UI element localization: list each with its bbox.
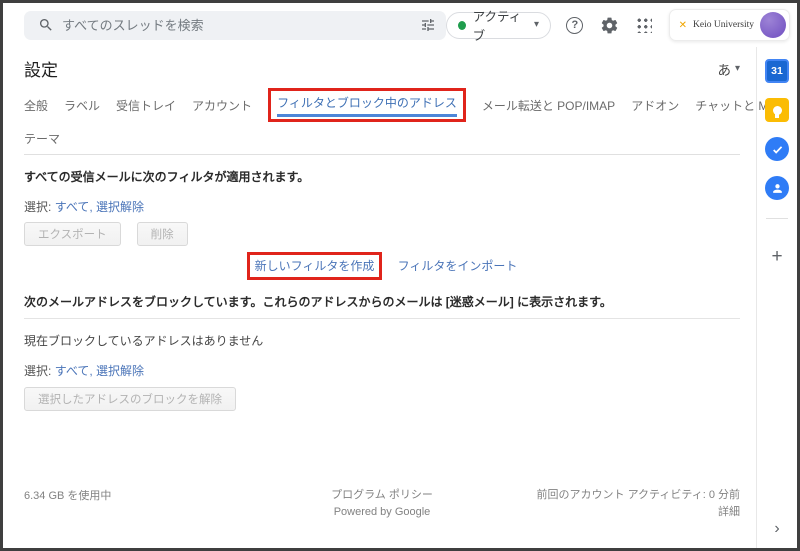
gmail-settings-window: アクティブ ▾ ? ✕ Keio University 設定 xyxy=(0,0,800,551)
divider xyxy=(24,318,740,319)
storage-usage: 6.34 GB を使用中 xyxy=(24,487,263,521)
chat-status-selector[interactable]: アクティブ ▾ xyxy=(446,12,551,39)
side-panel: 31 + › xyxy=(756,47,797,548)
tab-accounts[interactable]: アカウント xyxy=(192,97,252,114)
settings-tabs: 全般 ラベル 受信トレイ アカウント フィルタとブロック中のアドレス メール転送… xyxy=(24,88,740,155)
settings-footer: 6.34 GB を使用中 プログラム ポリシー Powered by Googl… xyxy=(24,487,740,521)
filters-section-header: すべての受信メールに次のフィルタが適用されます。 xyxy=(24,168,740,185)
bulb-icon xyxy=(773,106,782,115)
page-title: 設定 xyxy=(24,56,58,81)
contacts-button[interactable] xyxy=(765,176,789,200)
select-label: 選択: xyxy=(24,364,51,378)
tab-inbox[interactable]: 受信トレイ xyxy=(116,97,176,114)
annotation-box-filters-tab: フィルタとブロック中のアドレス xyxy=(268,88,466,122)
details-link[interactable]: 詳細 xyxy=(501,504,740,521)
tab-general[interactable]: 全般 xyxy=(24,97,48,114)
blocked-select-row: 選択: すべて, 選択解除 xyxy=(24,362,740,379)
top-bar-actions: アクティブ ▾ ? ✕ Keio University xyxy=(446,9,790,41)
active-status-dot xyxy=(458,21,466,30)
tab-themes[interactable]: テーマ xyxy=(24,130,60,147)
filters-select-row: 選択: すべて, 選択解除 xyxy=(24,198,740,215)
help-button[interactable]: ? xyxy=(564,13,586,37)
keep-icon xyxy=(765,98,789,122)
top-bar: アクティブ ▾ ? ✕ Keio University xyxy=(3,3,797,47)
powered-by-google: Powered by Google xyxy=(263,504,502,521)
calendar-icon: 31 xyxy=(765,59,789,83)
contacts-icon xyxy=(765,176,789,200)
apps-button[interactable] xyxy=(634,13,656,37)
tab-labels[interactable]: ラベル xyxy=(64,97,100,114)
input-language-button[interactable]: あ ▾ xyxy=(717,59,740,79)
chevron-down-icon: ▾ xyxy=(735,64,740,74)
delete-button[interactable]: 削除 xyxy=(137,222,188,246)
calendar-button[interactable]: 31 xyxy=(765,59,789,83)
keio-logo-icon: ✕ xyxy=(679,20,687,31)
expand-side-panel-chevron-icon[interactable]: › xyxy=(774,520,779,538)
annotation-box-create-filter: 新しいフィルタを作成 xyxy=(247,252,383,280)
tasks-button[interactable] xyxy=(765,137,789,161)
export-button[interactable]: エクスポート xyxy=(24,222,121,246)
gear-icon xyxy=(600,16,619,35)
account-badge[interactable]: ✕ Keio University xyxy=(669,9,790,41)
tab-forwarding-pop-imap[interactable]: メール転送と POP/IMAP xyxy=(482,97,615,114)
search-options-icon[interactable] xyxy=(420,17,436,33)
deselect-link[interactable]: 選択解除 xyxy=(96,364,144,378)
unblock-selected-button[interactable]: 選択したアドレスのブロックを解除 xyxy=(24,387,236,411)
avatar[interactable] xyxy=(760,12,786,38)
select-all-link[interactable]: すべて, xyxy=(55,364,93,378)
get-addons-button[interactable]: + xyxy=(771,247,782,266)
blocked-empty-message: 現在ブロックしているアドレスはありません xyxy=(24,332,740,349)
account-name: Keio University xyxy=(693,20,754,30)
deselect-link[interactable]: 選択解除 xyxy=(96,200,144,214)
search-icon xyxy=(38,17,54,33)
chevron-down-icon: ▾ xyxy=(534,20,539,30)
settings-button[interactable] xyxy=(599,13,621,37)
tab-filters-blocked-addresses[interactable]: フィルタとブロック中のアドレス xyxy=(277,94,457,117)
import-filter-link[interactable]: フィルタをインポート xyxy=(398,259,518,273)
tasks-icon xyxy=(765,137,789,161)
select-label: 選択: xyxy=(24,200,51,214)
apps-grid-icon xyxy=(637,18,652,33)
search-input[interactable] xyxy=(62,18,412,33)
filter-actions: 新しいフィルタを作成 フィルタをインポート xyxy=(24,252,740,280)
settings-main: 設定 あ ▾ 全般 ラベル 受信トレイ アカウント フィルタとブロック中のアドレ… xyxy=(3,47,756,548)
keep-button[interactable] xyxy=(765,98,789,122)
help-icon: ? xyxy=(566,17,583,34)
search-bar[interactable] xyxy=(24,11,446,40)
select-all-link[interactable]: すべて, xyxy=(55,200,93,214)
side-panel-divider xyxy=(766,218,788,219)
tab-addons[interactable]: アドオン xyxy=(631,97,679,114)
create-filter-link[interactable]: 新しいフィルタを作成 xyxy=(255,259,375,273)
last-account-activity: 前回のアカウント アクティビティ: 0 分前 xyxy=(501,487,740,504)
program-policies-link[interactable]: プログラム ポリシー xyxy=(263,487,502,504)
status-label: アクティブ xyxy=(473,6,527,44)
blocked-section-header: 次のメールアドレスをブロックしています。これらのアドレスからのメールは [迷惑メ… xyxy=(24,293,740,310)
